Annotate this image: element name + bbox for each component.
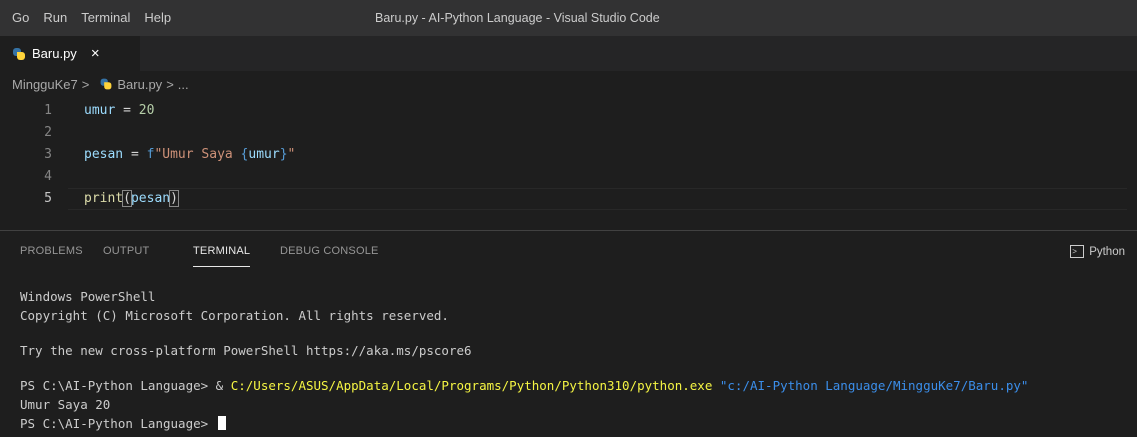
terminal-selector[interactable]: > Python bbox=[1070, 245, 1125, 258]
code-text: pesan = f"Umur Saya {umur}" bbox=[84, 147, 296, 162]
tab-output[interactable]: OUTPUT bbox=[103, 245, 149, 257]
terminal-prompt: PS C:\AI-Python Language> bbox=[20, 416, 216, 431]
command-arg: "c:/AI-Python Language/MingguKe7/Baru.py… bbox=[712, 378, 1029, 393]
bottom-panel: PROBLEMS OUTPUT TERMINAL DEBUG CONSOLE >… bbox=[0, 230, 1137, 437]
terminal-prompt-line[interactable]: PS C:\AI-Python Language> bbox=[20, 414, 1130, 433]
chevron-right-icon: > bbox=[81, 76, 90, 92]
close-icon[interactable]: × bbox=[91, 45, 100, 62]
code-line: 2 bbox=[0, 122, 1137, 144]
code-line: 1 umur = 20 bbox=[0, 100, 1137, 122]
line-number: 3 bbox=[44, 147, 52, 162]
cursor-icon bbox=[217, 416, 226, 430]
line-number: 1 bbox=[44, 103, 52, 118]
window-title: Baru.py - AI-Python Language - Visual St… bbox=[375, 11, 660, 25]
breadcrumb-file[interactable]: Baru.py bbox=[117, 77, 162, 92]
breadcrumb-folder[interactable]: MingguKe7 bbox=[12, 77, 78, 92]
breadcrumb-symbols[interactable]: ... bbox=[178, 77, 189, 92]
python-file-icon bbox=[12, 47, 26, 61]
menu-go[interactable]: Go bbox=[0, 0, 36, 36]
terminal-command-line: PS C:\AI-Python Language> & C:/Users/ASU… bbox=[20, 378, 1029, 393]
code-editor[interactable]: 1 umur = 20 2 3 pesan = f"Umur Saya {umu… bbox=[0, 100, 1137, 230]
tab-label: Baru.py bbox=[32, 46, 77, 61]
terminal-line: Try the new cross-platform PowerShell ht… bbox=[20, 343, 472, 358]
tab-baru-py[interactable]: Baru.py × bbox=[0, 36, 140, 71]
terminal-output[interactable]: Windows PowerShell Copyright (C) Microso… bbox=[20, 287, 1130, 433]
terminal-line: Copyright (C) Microsoft Corporation. All… bbox=[20, 308, 449, 323]
line-number: 5 bbox=[44, 191, 52, 206]
title-bar: Go Run Terminal Help Baru.py - AI-Python… bbox=[0, 0, 1137, 36]
panel-tabs: PROBLEMS OUTPUT TERMINAL DEBUG CONSOLE >… bbox=[0, 231, 1137, 273]
menu-run[interactable]: Run bbox=[36, 0, 74, 36]
code-line: 3 pesan = f"Umur Saya {umur}" bbox=[0, 144, 1137, 166]
chevron-right-icon: > bbox=[166, 76, 174, 92]
terminal-icon: > bbox=[1070, 245, 1085, 258]
menu-help[interactable]: Help bbox=[137, 0, 178, 36]
code-text: umur = 20 bbox=[84, 103, 155, 118]
terminal-shell-label: Python bbox=[1089, 245, 1125, 258]
menu-terminal[interactable]: Terminal bbox=[74, 0, 137, 36]
line-number: 2 bbox=[44, 125, 52, 140]
tab-terminal[interactable]: TERMINAL bbox=[193, 245, 251, 267]
tab-debug-console[interactable]: DEBUG CONSOLE bbox=[280, 245, 379, 257]
code-text: print(pesan) bbox=[84, 190, 179, 207]
tab-problems[interactable]: PROBLEMS bbox=[20, 245, 83, 257]
terminal-line: Windows PowerShell bbox=[20, 289, 156, 304]
terminal-line: Umur Saya 20 bbox=[20, 397, 111, 412]
code-line-active: 5 print(pesan) bbox=[0, 188, 1137, 210]
code-line: 4 bbox=[0, 166, 1137, 188]
breadcrumb: MingguKe7 > Baru.py > ... bbox=[0, 71, 1137, 97]
command-exe: C:/Users/ASUS/AppData/Local/Programs/Pyt… bbox=[230, 378, 713, 393]
line-number: 4 bbox=[44, 169, 52, 184]
python-file-icon bbox=[100, 78, 113, 91]
editor-tab-bar: Baru.py × bbox=[0, 36, 1137, 71]
